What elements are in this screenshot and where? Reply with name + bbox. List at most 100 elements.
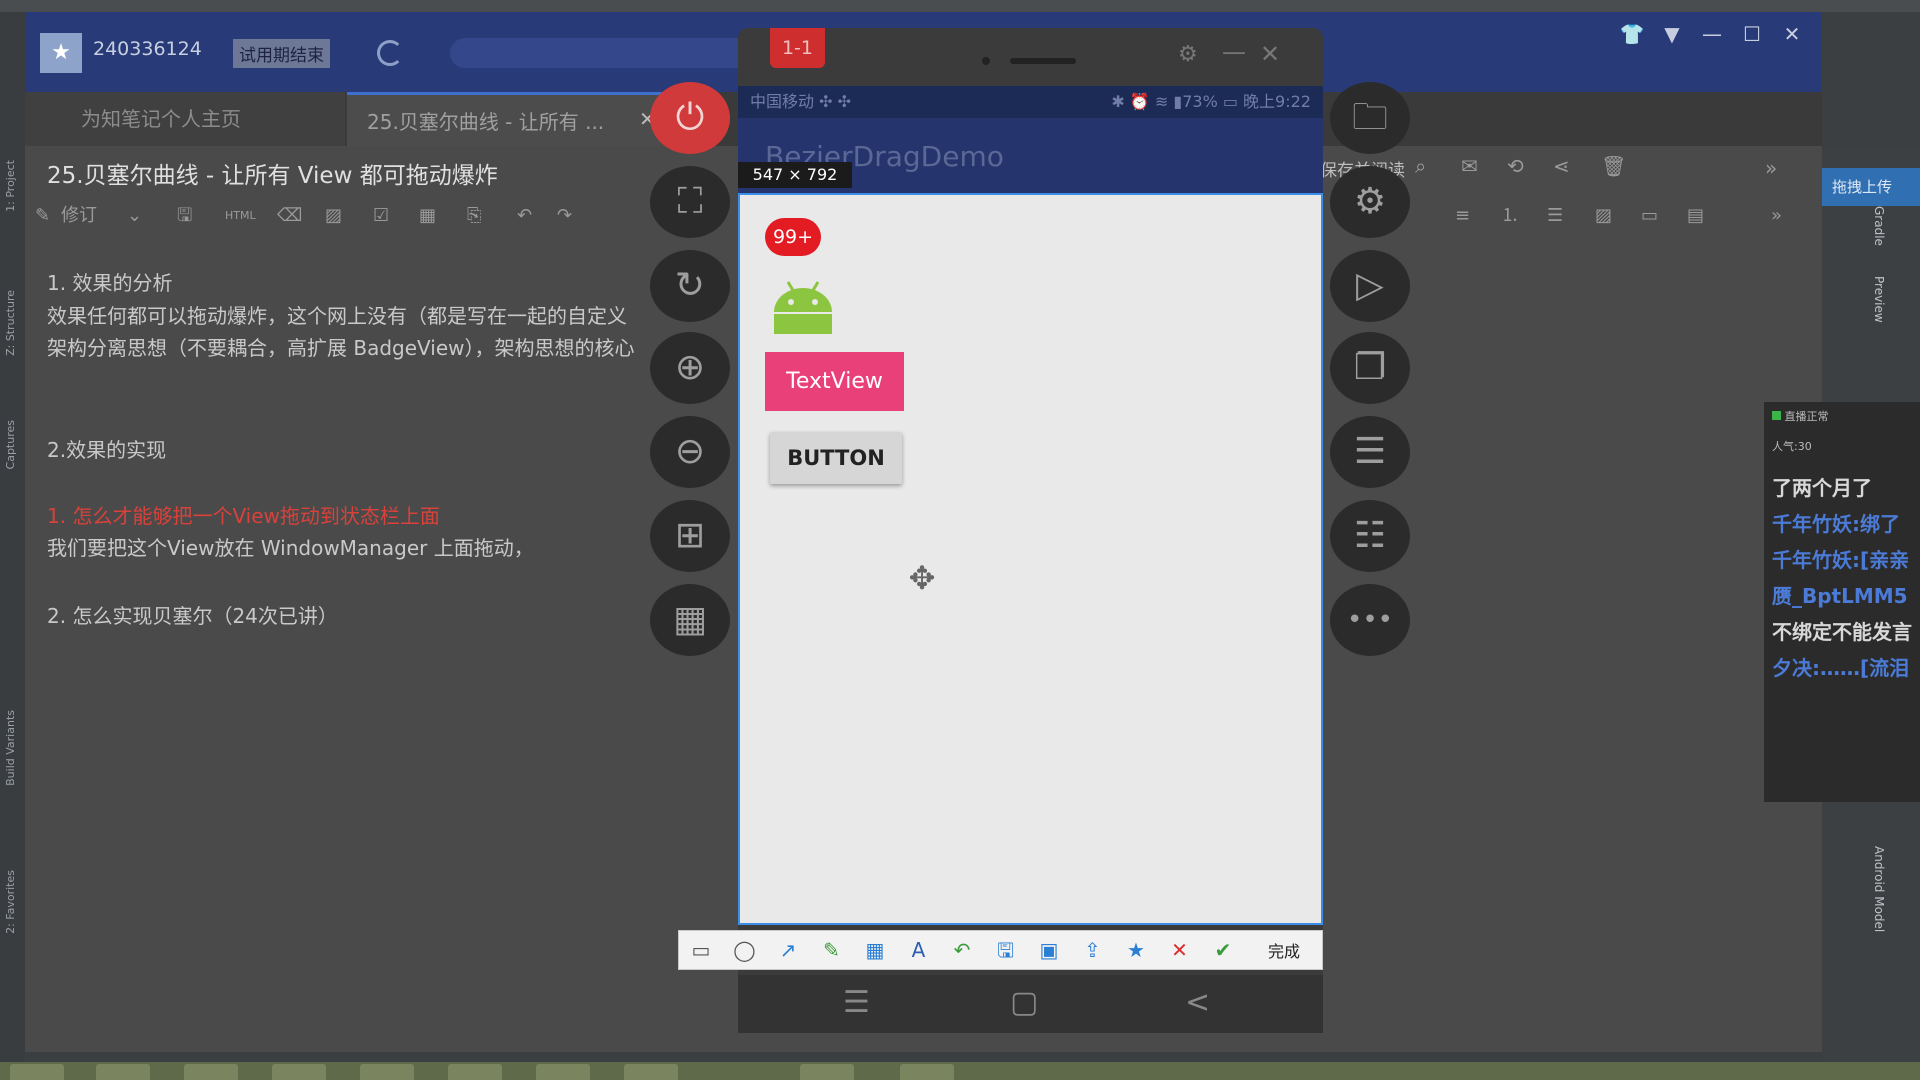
start-button[interactable] bbox=[10, 1064, 64, 1080]
more-top-icon[interactable]: » bbox=[1765, 156, 1777, 180]
more-icon[interactable]: ••• bbox=[1330, 584, 1410, 656]
power-icon[interactable]: ⏻ bbox=[650, 82, 730, 154]
tab-current-note[interactable]: 25.贝塞尔曲线 - 让所有 ... bbox=[347, 92, 687, 146]
save-icon[interactable]: 🖫 bbox=[177, 198, 192, 234]
emulator-minimize-button[interactable]: — bbox=[1222, 38, 1246, 66]
record-icon[interactable]: ▦ bbox=[650, 584, 730, 656]
edit-icon[interactable]: ✎ bbox=[35, 198, 50, 234]
demo-button[interactable]: BUTTON bbox=[770, 432, 902, 484]
copy-icon[interactable]: ▣ bbox=[1034, 936, 1064, 964]
undo-icon[interactable]: ↶ bbox=[947, 936, 977, 964]
ide-tab-gradle[interactable]: Gradle bbox=[1852, 200, 1886, 246]
android-icon[interactable]: ⚙ bbox=[1330, 166, 1410, 238]
redo-icon[interactable]: ↷ bbox=[557, 198, 572, 234]
emulator-close-button[interactable]: ✕ bbox=[1260, 40, 1280, 68]
undo-icon[interactable]: ↶ bbox=[517, 198, 532, 234]
rect-icon[interactable]: ▭ bbox=[686, 936, 716, 964]
search-input[interactable] bbox=[450, 38, 760, 68]
taskbar-item[interactable] bbox=[624, 1064, 678, 1080]
android-robot-icon[interactable] bbox=[768, 276, 838, 336]
volume-down-icon[interactable]: ⊖ bbox=[650, 416, 730, 488]
image-icon[interactable]: ▨ bbox=[325, 198, 342, 234]
taskbar-item[interactable] bbox=[96, 1064, 150, 1080]
maximize-button[interactable]: ☐ bbox=[1737, 22, 1767, 46]
align-icon[interactable]: ≡ bbox=[1455, 198, 1470, 234]
avatar[interactable]: ★ bbox=[40, 33, 82, 73]
taskbar-item[interactable] bbox=[536, 1064, 590, 1080]
revise-label[interactable]: 修订 bbox=[61, 198, 97, 234]
home-nav-icon[interactable]: ▢ bbox=[1010, 985, 1038, 1020]
minimize-button[interactable]: — bbox=[1697, 22, 1727, 46]
ordered-list-icon[interactable]: ⒈ bbox=[1501, 198, 1519, 234]
list-icon[interactable]: ☰ bbox=[1330, 416, 1410, 488]
cancel-icon[interactable]: ✕ bbox=[1165, 936, 1195, 964]
more-icon[interactable]: » bbox=[1771, 198, 1782, 234]
pin-icon[interactable]: ★ bbox=[1121, 936, 1151, 964]
checkbox-icon[interactable]: ☑ bbox=[373, 198, 389, 234]
save-icon[interactable]: 🖫 bbox=[991, 936, 1021, 964]
paragraph-3: 我们要把这个View放在 WindowManager 上面拖动， bbox=[47, 536, 534, 560]
text-icon[interactable]: A bbox=[904, 936, 934, 964]
ide-tab-project[interactable]: 1: Project bbox=[4, 160, 22, 212]
play-icon[interactable]: ▷ bbox=[1330, 250, 1410, 322]
copy-icon[interactable]: ❐ bbox=[1330, 332, 1410, 404]
done-label[interactable]: 完成 bbox=[1268, 938, 1300, 962]
ellipse-icon[interactable]: ◯ bbox=[730, 936, 760, 964]
contacts-icon[interactable]: ☷ bbox=[1330, 500, 1410, 572]
back-nav-icon[interactable]: < bbox=[1185, 985, 1210, 1020]
share-icon[interactable]: ⋖ bbox=[1553, 154, 1570, 178]
taskbar-item[interactable] bbox=[900, 1064, 954, 1080]
tab-home[interactable]: 为知笔记个人主页 bbox=[25, 92, 345, 146]
taskbar-item[interactable] bbox=[800, 1064, 854, 1080]
ide-tab-android-model[interactable]: Android Model bbox=[1852, 840, 1886, 932]
table-icon[interactable]: ▦ bbox=[419, 198, 436, 234]
attach-icon[interactable]: ⎘ bbox=[467, 198, 481, 234]
comment-icon[interactable]: ✉ bbox=[1461, 154, 1478, 178]
taskbar-item[interactable] bbox=[184, 1064, 238, 1080]
chat-message: 了两个月了 bbox=[1772, 476, 1872, 500]
confirm-icon[interactable]: ✔ bbox=[1208, 936, 1238, 964]
html-button[interactable]: HTML bbox=[225, 198, 256, 234]
ide-tab-structure[interactable]: Z: Structure bbox=[4, 290, 22, 356]
chevron-down-icon[interactable]: ⌄ bbox=[127, 198, 142, 234]
ide-tab-preview[interactable]: Preview bbox=[1852, 270, 1886, 323]
trial-badge[interactable]: 试用期结束 bbox=[233, 39, 330, 68]
folder-icon[interactable]: 🗀 bbox=[1330, 82, 1410, 154]
taskbar-item[interactable] bbox=[360, 1064, 414, 1080]
layout-icon[interactable]: ▤ bbox=[1687, 198, 1704, 234]
trash-icon[interactable]: 🗑 bbox=[1601, 154, 1626, 178]
history-icon[interactable]: ⟲ bbox=[1507, 154, 1524, 178]
menu-dropdown-icon[interactable]: ▼ bbox=[1657, 22, 1687, 46]
drag-upload-label: 拖拽上传 bbox=[1831, 178, 1892, 196]
status-icons: ✱ ⏰ ≋ ▮73% ▭ 晚上9:22 bbox=[1111, 92, 1311, 111]
fullscreen-icon[interactable]: ⛶ bbox=[650, 166, 730, 238]
close-button[interactable]: ✕ bbox=[1777, 22, 1807, 46]
question-2: 2. 怎么实现贝塞尔（24次已讲） bbox=[47, 604, 338, 628]
taskbar-item[interactable] bbox=[272, 1064, 326, 1080]
gear-icon[interactable]: ⚙ bbox=[1178, 42, 1198, 67]
ide-tab-build-variants[interactable]: Build Variants bbox=[4, 710, 22, 786]
sync-icon[interactable] bbox=[377, 40, 403, 66]
ide-tab-captures[interactable]: Captures bbox=[4, 420, 22, 469]
screen-icon[interactable]: ▭ bbox=[1641, 198, 1658, 234]
badge-view[interactable]: 99+ bbox=[765, 218, 821, 256]
pen-icon[interactable]: ✎ bbox=[817, 936, 847, 964]
ide-tab-favorites[interactable]: 2: Favorites bbox=[4, 870, 22, 934]
move-cursor-icon: ✥ bbox=[908, 559, 936, 597]
account-id: 240336124 bbox=[93, 38, 202, 60]
volume-up-icon[interactable]: ⊕ bbox=[650, 332, 730, 404]
menu-nav-icon[interactable]: ☰ bbox=[843, 985, 870, 1020]
share-icon[interactable]: ⇪ bbox=[1078, 936, 1108, 964]
rotate-icon[interactable]: ↻ bbox=[650, 250, 730, 322]
text-view[interactable]: TextView bbox=[765, 352, 904, 411]
screenshot-icon[interactable]: ⊞ bbox=[650, 500, 730, 572]
paperclip-icon[interactable]: ⌕ bbox=[1415, 154, 1426, 178]
mosaic-icon[interactable]: ▦ bbox=[860, 936, 890, 964]
insert-image-icon[interactable]: ▨ bbox=[1595, 198, 1612, 234]
arrow-icon[interactable]: ↗ bbox=[773, 936, 803, 964]
eraser-icon[interactable]: ⌫ bbox=[277, 198, 302, 234]
taskbar-item[interactable] bbox=[448, 1064, 502, 1080]
bullet-list-icon[interactable]: ☰ bbox=[1547, 198, 1563, 234]
skin-icon[interactable]: 👕 bbox=[1617, 22, 1647, 46]
android-status-bar: 中国移动 ✣ ✣ ✱ ⏰ ≋ ▮73% ▭ 晚上9:22 bbox=[738, 86, 1323, 118]
